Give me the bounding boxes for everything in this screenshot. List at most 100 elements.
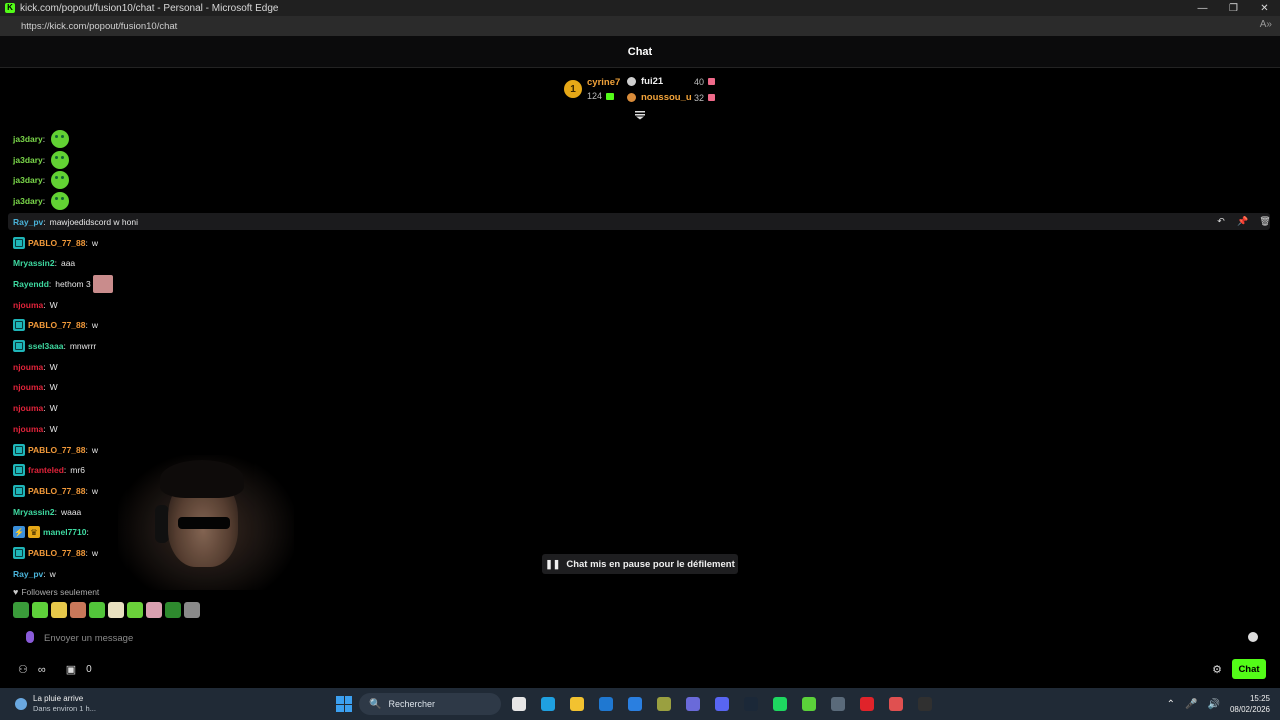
infinity-icon[interactable]: ∞ — [38, 664, 46, 676]
pin-icon[interactable]: 📌 — [1236, 214, 1250, 228]
chat-username[interactable]: Ray_pv — [13, 217, 43, 227]
start-button[interactable] — [336, 696, 352, 712]
chat-input-container[interactable] — [14, 627, 1266, 649]
chat-message[interactable]: PABLO_77_88: w — [13, 235, 98, 251]
quick-emote-icon[interactable] — [127, 602, 143, 618]
chat-username[interactable]: njouma — [13, 300, 43, 310]
chat-username[interactable]: ssel3aaa — [28, 341, 63, 351]
chat-message[interactable]: PABLO_77_88: w — [13, 545, 98, 561]
chat-message[interactable]: njouma: W — [13, 400, 58, 416]
quick-emote-icon[interactable] — [108, 602, 124, 618]
steam-icon[interactable] — [740, 693, 762, 715]
chat-send-button[interactable]: Chat — [1232, 659, 1266, 679]
outlook-icon[interactable] — [595, 693, 617, 715]
reader-view-icon[interactable]: A» — [1260, 19, 1272, 30]
chat-message[interactable]: Mryassin2: aaa — [13, 255, 75, 271]
taskbar-search[interactable]: 🔍 Rechercher — [359, 693, 501, 715]
xbox-icon[interactable] — [653, 693, 675, 715]
quick-emote-icon[interactable] — [70, 602, 86, 618]
chat-username[interactable]: manel7710 — [43, 527, 86, 537]
terminal-icon[interactable] — [798, 693, 820, 715]
chat-message[interactable]: njouma: W — [13, 297, 58, 313]
reply-icon[interactable]: ↶ — [1214, 214, 1228, 228]
chat-username[interactable]: Mryassin2 — [13, 258, 55, 268]
chat-username[interactable]: njouma — [13, 403, 43, 413]
leaderboard-third[interactable]: noussou_u 32 — [627, 92, 717, 103]
chat-message[interactable]: ja3dary: — [13, 130, 70, 148]
tray-overflow-icon[interactable]: ⌃ — [1167, 699, 1175, 710]
quick-emote-icon[interactable] — [146, 602, 162, 618]
microphone-icon[interactable]: 🎤 — [1185, 699, 1197, 710]
emoji-picker-icon[interactable] — [1248, 632, 1258, 642]
chat-message[interactable]: ⚡ ♛ manel7710: — [13, 524, 93, 540]
chat-username[interactable]: PABLO_77_88 — [28, 320, 85, 330]
volume-icon[interactable]: 🔊 — [1208, 699, 1220, 710]
file-explorer-icon[interactable] — [566, 693, 588, 715]
chat-input[interactable] — [44, 629, 1224, 647]
chat-username[interactable]: PABLO_77_88 — [28, 486, 85, 496]
chat-username[interactable]: ja3dary — [13, 196, 43, 206]
chat-username[interactable]: njouma — [13, 382, 43, 392]
chat-username[interactable]: njouma — [13, 362, 43, 372]
chat-username[interactable]: PABLO_77_88 — [28, 445, 85, 455]
chat-username[interactable]: franteled — [28, 465, 64, 475]
gift-icon[interactable]: ▣ — [66, 663, 76, 676]
delete-icon[interactable]: 🗑 — [1258, 214, 1272, 228]
chat-message[interactable]: PABLO_77_88: w — [13, 483, 98, 499]
chat-message[interactable]: ja3dary: — [13, 150, 70, 169]
chat-username[interactable]: PABLO_77_88 — [28, 548, 85, 558]
teams-icon[interactable] — [682, 693, 704, 715]
task-view-icon[interactable] — [508, 693, 530, 715]
chat-message[interactable]: Mryassin2: waaa — [13, 504, 81, 520]
restore-button[interactable]: ❐ — [1218, 0, 1249, 16]
chat-username[interactable]: ja3dary — [13, 175, 43, 185]
chat-message[interactable]: Rayendd: hethom 3 — [13, 274, 113, 293]
quick-emote-icon[interactable] — [13, 602, 29, 618]
quick-emote-icon[interactable] — [32, 602, 48, 618]
gift-leaderboard[interactable]: 1 cyrine7 124 fui21 40 noussou_u 32 — [562, 74, 722, 106]
chat-username[interactable]: ja3dary — [13, 134, 43, 144]
points-icon[interactable]: ⚇ — [18, 663, 28, 676]
weather-widget[interactable]: La pluie arrive Dans environ 1 h... — [15, 694, 96, 713]
chat-message[interactable]: PABLO_77_88: w — [13, 317, 98, 333]
edge-icon[interactable] — [537, 693, 559, 715]
chat-message[interactable]: franteled: mr6 — [13, 462, 85, 478]
opera-icon[interactable] — [856, 693, 878, 715]
app-red-icon[interactable] — [885, 693, 907, 715]
chat-paused-button[interactable]: ❚❚ Chat mis en pause pour le défilement — [542, 554, 738, 574]
calculator-icon[interactable] — [827, 693, 849, 715]
minimize-button[interactable]: — — [1187, 0, 1218, 16]
chat-message[interactable]: ja3dary: — [13, 171, 70, 190]
spotify-icon[interactable] — [769, 693, 791, 715]
close-button[interactable]: ✕ — [1249, 0, 1280, 16]
chat-username[interactable]: PABLO_77_88 — [28, 238, 85, 248]
chat-username[interactable]: Ray_pv — [13, 569, 43, 579]
chat-message[interactable]: njouma: W — [13, 421, 58, 437]
leaderboard-second[interactable]: fui21 40 — [627, 76, 717, 87]
quick-emote-icon[interactable] — [51, 602, 67, 618]
chat-message[interactable]: ssel3aaa: mnwrrr — [13, 338, 96, 354]
address-bar[interactable]: https://kick.com/popout/fusion10/chat A» — [0, 16, 1280, 36]
quick-emote-icon[interactable] — [184, 602, 200, 618]
discord-icon[interactable] — [711, 693, 733, 715]
chat-username[interactable]: Rayendd — [13, 279, 49, 289]
chat-username[interactable]: Mryassin2 — [13, 507, 55, 517]
chat-message[interactable]: Ray_pv: mawjoedidscord w honi — [13, 214, 138, 230]
chat-message[interactable]: Ray_pv: w — [13, 566, 56, 582]
chat-message[interactable]: ja3dary: — [13, 192, 70, 211]
chat-message[interactable]: njouma: W — [13, 359, 58, 375]
quick-emote-icon[interactable] — [89, 602, 105, 618]
store-icon[interactable] — [624, 693, 646, 715]
chat-message[interactable]: njouma: W — [13, 379, 58, 395]
gear-icon[interactable]: ⚙ — [1212, 663, 1222, 676]
hovered-message-highlight — [8, 213, 1270, 230]
username-separator: : — [43, 299, 46, 310]
clock[interactable]: 15:25 08/02/2026 — [1230, 693, 1270, 715]
leaderboard-first-name[interactable]: cyrine7 — [587, 77, 620, 88]
chat-message[interactable]: PABLO_77_88: w — [13, 442, 98, 458]
quick-emote-icon[interactable] — [165, 602, 181, 618]
chat-username[interactable]: njouma — [13, 424, 43, 434]
chat-username[interactable]: ja3dary — [13, 155, 43, 165]
obs-icon[interactable] — [914, 693, 936, 715]
url-text[interactable]: https://kick.com/popout/fusion10/chat — [21, 21, 177, 32]
